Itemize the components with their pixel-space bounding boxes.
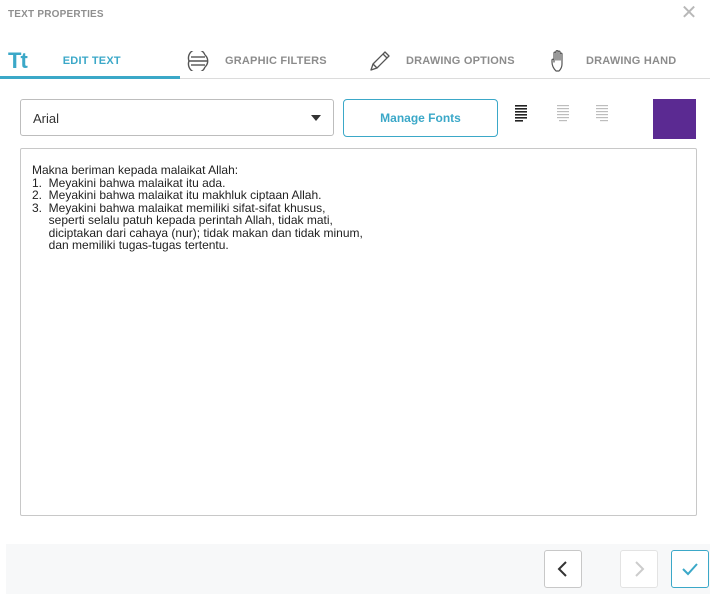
tab-drawing-options[interactable]: DRAWING OPTIONS bbox=[368, 44, 515, 77]
text-tt-icon: Tt bbox=[8, 47, 28, 73]
tab-bar: Tt EDIT TEXT GRAPHIC FILTERS DRAWING OPT… bbox=[0, 44, 710, 79]
tab-edit-text[interactable]: Tt EDIT TEXT bbox=[8, 44, 121, 77]
text-color-swatch[interactable] bbox=[653, 99, 696, 139]
chevron-down-icon bbox=[311, 115, 321, 121]
align-right-icon[interactable] bbox=[596, 105, 610, 123]
text-line: dan memiliki tugas-tugas tertentu. bbox=[32, 238, 229, 252]
dialog-title: TEXT PROPERTIES bbox=[8, 9, 104, 20]
checkmark-icon bbox=[682, 563, 698, 576]
dialog-footer bbox=[6, 544, 710, 594]
text-line: 2. Meyakini bahwa malaikat itu makhluk c… bbox=[32, 188, 322, 202]
font-select[interactable]: Arial bbox=[20, 99, 334, 136]
close-icon[interactable]: ✕ bbox=[680, 3, 698, 23]
tab-label: EDIT TEXT bbox=[62, 54, 121, 67]
tab-drawing-hand[interactable]: DRAWING HAND bbox=[548, 44, 676, 77]
manage-fonts-button[interactable]: Manage Fonts bbox=[343, 99, 498, 137]
tab-label: DRAWING OPTIONS bbox=[406, 54, 515, 67]
hand-icon bbox=[551, 49, 563, 72]
align-left-icon[interactable] bbox=[515, 105, 529, 123]
pencil-icon bbox=[370, 50, 390, 71]
text-line: seperti selalu patuh kepada perintah All… bbox=[32, 213, 333, 227]
confirm-button[interactable] bbox=[671, 550, 709, 588]
text-editor[interactable]: Makna beriman kepada malaikat Allah: 1. … bbox=[20, 148, 697, 516]
text-line: Makna beriman kepada malaikat Allah: bbox=[32, 163, 239, 177]
chevron-left-icon bbox=[557, 561, 567, 577]
graphic-filters-icon bbox=[187, 50, 209, 71]
dialog-title-bar: TEXT PROPERTIES ✕ bbox=[0, 0, 710, 30]
text-toolbar: Arial Manage Fonts bbox=[20, 99, 696, 139]
font-select-value: Arial bbox=[33, 111, 60, 126]
next-button[interactable] bbox=[620, 550, 658, 588]
chevron-right-icon bbox=[635, 561, 645, 577]
tab-label: GRAPHIC FILTERS bbox=[225, 54, 327, 67]
align-center-icon[interactable] bbox=[557, 105, 571, 123]
active-tab-indicator bbox=[0, 76, 180, 79]
prev-button[interactable] bbox=[544, 550, 582, 588]
tab-graphic-filters[interactable]: GRAPHIC FILTERS bbox=[185, 44, 327, 77]
tab-label: DRAWING HAND bbox=[586, 54, 677, 67]
